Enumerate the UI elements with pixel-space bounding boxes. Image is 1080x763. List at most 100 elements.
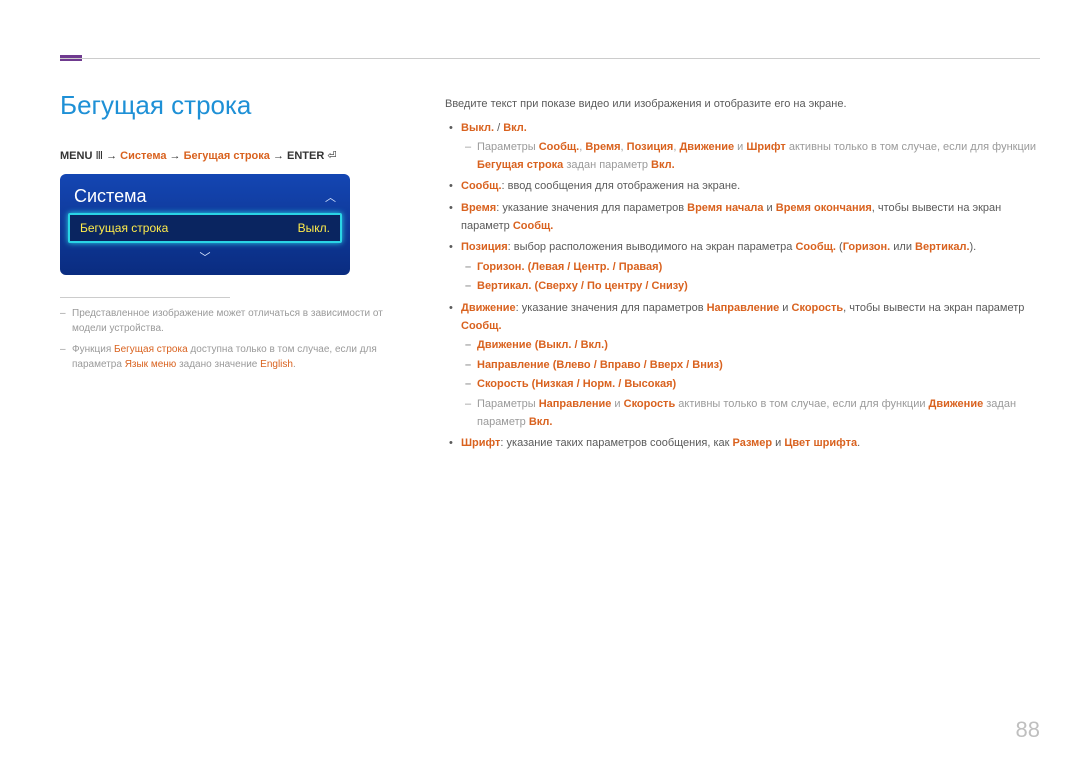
sub-direction: Направление (Влево / Вправо / Вверх / Вн…	[461, 357, 1040, 375]
t: English	[260, 359, 293, 370]
t: Вкл.	[503, 122, 527, 134]
t: Бегущая строка	[477, 159, 563, 171]
page-content: Бегущая строка MENU Ⅲ → Система → Бегуща…	[60, 90, 1040, 457]
t: /	[578, 280, 587, 292]
t: Позиция	[461, 241, 508, 253]
t: /	[615, 378, 624, 390]
left-column: Бегущая строка MENU Ⅲ → Система → Бегуща…	[60, 90, 395, 457]
t: Время окончания	[776, 202, 872, 214]
t: : ввод сообщения для отображения на экра…	[502, 180, 741, 192]
t: /	[574, 378, 583, 390]
t: или	[890, 241, 915, 253]
t: Язык меню	[125, 359, 177, 370]
t: и	[779, 302, 791, 314]
t: /	[641, 359, 650, 371]
arrow: →	[170, 150, 181, 162]
t: )	[684, 280, 688, 292]
t: Вкл.	[581, 339, 605, 351]
opt-motion: Движение : указание значения для параметр…	[445, 300, 1040, 431]
opt-font: Шрифт: указание таких параметров сообщен…	[445, 435, 1040, 453]
sub-horizontal: Горизон. (Левая / Центр. / Правая)	[461, 259, 1040, 277]
osd-row-label: Бегущая строка	[80, 221, 168, 235]
t: .	[857, 437, 860, 449]
t: Снизу	[651, 280, 684, 292]
t: Параметры	[477, 141, 539, 153]
t: активны только в том случае, если для фу…	[675, 398, 928, 410]
right-column: Введите текст при показе видео или изобр…	[445, 90, 1040, 457]
crumb-system: Система	[120, 150, 166, 162]
note-text: Представленное изображение может отличат…	[72, 308, 383, 334]
t: задано значение	[176, 359, 260, 370]
t: Шрифт	[461, 437, 500, 449]
chevron-down-icon[interactable]: ﹀	[66, 247, 344, 265]
t: и	[611, 398, 623, 410]
header-rule	[60, 58, 1040, 59]
t: По центру	[587, 280, 642, 292]
t: )	[673, 378, 677, 390]
t: Сверху	[538, 280, 578, 292]
t: Размер	[733, 437, 773, 449]
t: Сообщ.	[539, 141, 580, 153]
t: .	[293, 359, 296, 370]
t: Вниз	[692, 359, 719, 371]
osd-selected-row[interactable]: Бегущая строка Выкл.	[68, 213, 342, 243]
t: /	[683, 359, 692, 371]
sub-motion-note: Параметры Направление и Скорость активны…	[461, 396, 1040, 431]
t: Вкл.	[529, 416, 553, 428]
osd-title-text: Система	[74, 186, 147, 207]
breadcrumb: MENU Ⅲ → Система → Бегущая строка → ENTE…	[60, 149, 395, 162]
t: , чтобы вывести на экран параметр	[843, 302, 1024, 314]
t: Направление	[707, 302, 780, 314]
t: Скорость	[477, 378, 529, 390]
t: Шрифт	[746, 141, 785, 153]
t: : выбор расположения выводимого на экран…	[508, 241, 796, 253]
t: Движение	[679, 141, 734, 153]
t: Направление	[539, 398, 612, 410]
opt-time: Время: указание значения для параметров …	[445, 200, 1040, 235]
t: Выкл.	[538, 339, 571, 351]
t: /	[494, 122, 503, 134]
t: Время начала	[687, 202, 763, 214]
crumb-ticker: Бегущая строка	[184, 150, 270, 162]
sub-motion-toggle: Движение (Выкл. / Вкл.)	[461, 337, 1040, 355]
t: )	[719, 359, 723, 371]
page-title: Бегущая строка	[60, 90, 395, 121]
osd-row-value: Выкл.	[298, 221, 330, 235]
t: Вверх	[650, 359, 683, 371]
t: )	[604, 339, 608, 351]
t: активны только в том случае, если для фу…	[786, 141, 1036, 153]
note-image-disclaimer: Представленное изображение может отличат…	[60, 306, 395, 336]
t: ).	[970, 241, 977, 253]
t: Сообщ.	[513, 220, 554, 232]
sub-speed: Скорость (Низкая / Норм. / Высокая)	[461, 376, 1040, 394]
t: Скорость	[624, 398, 676, 410]
t: Выкл.	[461, 122, 494, 134]
sub-vertical: Вертикал. (Сверху / По центру / Снизу)	[461, 278, 1040, 296]
t: Влево	[556, 359, 590, 371]
menu-icon: Ⅲ	[95, 150, 103, 162]
enter-icon: ⏎	[327, 150, 336, 162]
arrow: →	[106, 150, 117, 162]
intro-text: Введите текст при показе видео или изобр…	[445, 96, 1040, 114]
t: Вкл.	[651, 159, 675, 171]
t: Позиция	[627, 141, 674, 153]
t: (	[836, 241, 843, 253]
t: /	[571, 339, 580, 351]
t: Бегущая строка	[114, 344, 188, 355]
sub-note: Параметры Сообщ., Время, Позиция, Движен…	[461, 139, 1040, 174]
option-list: Выкл. / Вкл. Параметры Сообщ., Время, По…	[445, 120, 1040, 453]
t: /	[610, 261, 619, 273]
chevron-up-icon[interactable]: ︿	[325, 189, 336, 205]
t: Высокая	[624, 378, 672, 390]
t: Функция	[72, 344, 114, 355]
t: Сообщ.	[795, 241, 836, 253]
osd-header: Система ︿	[66, 180, 344, 211]
t: )	[659, 261, 663, 273]
t: Вертикал.	[477, 280, 531, 292]
t: : указание значения для параметров	[516, 302, 707, 314]
t: и	[764, 202, 776, 214]
t: Время	[461, 202, 496, 214]
t: Движение	[477, 339, 532, 351]
opt-message: Сообщ.: ввод сообщения для отображения н…	[445, 178, 1040, 196]
t: Параметры	[477, 398, 539, 410]
